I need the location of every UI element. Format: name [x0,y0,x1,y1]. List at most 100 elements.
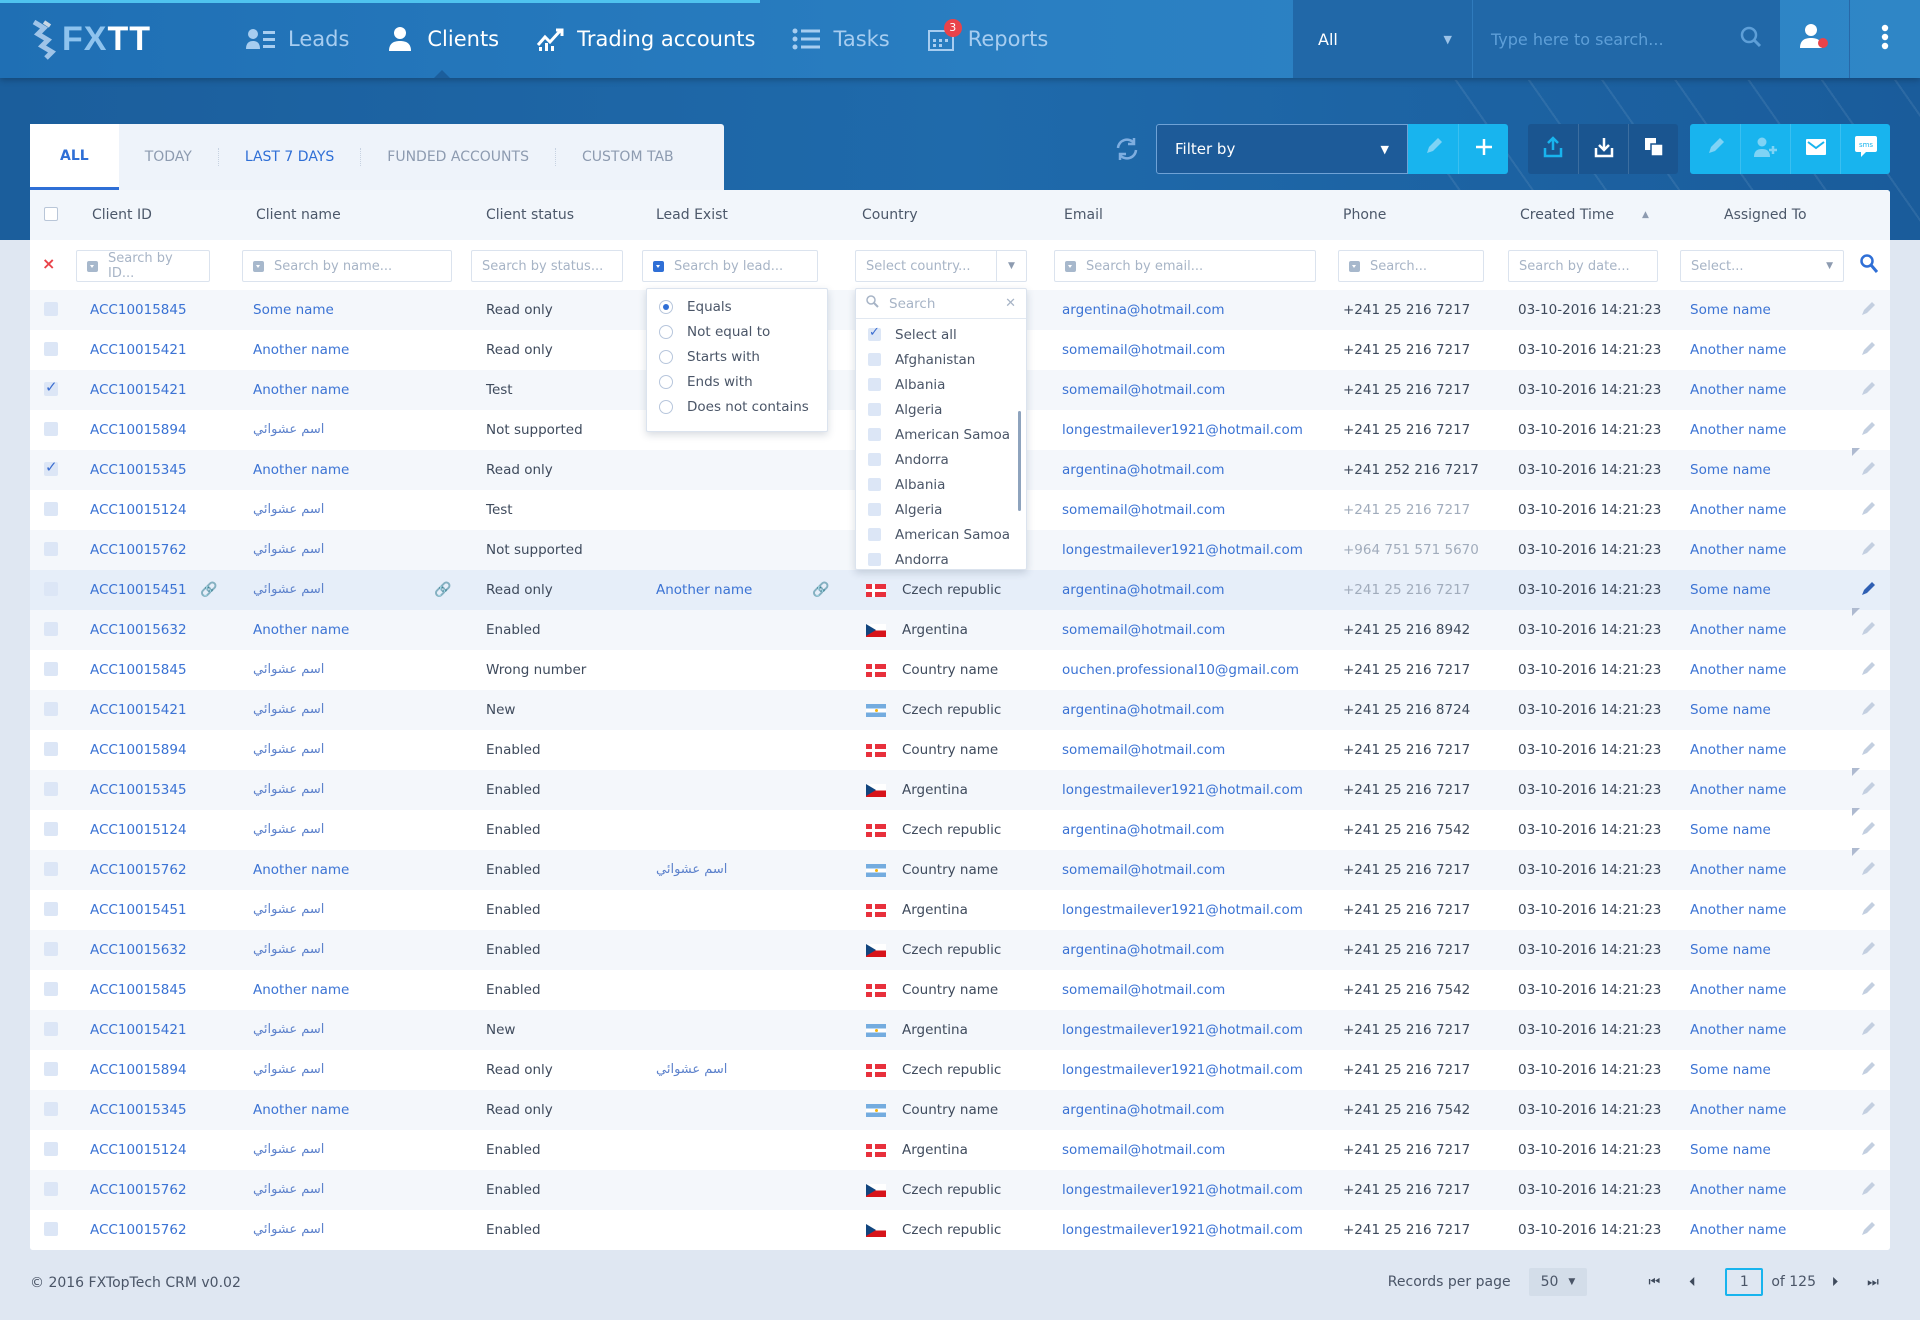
assigned-to-link[interactable]: Some name [1690,1050,1771,1090]
radio-button[interactable] [659,399,673,414]
checkbox[interactable] [868,378,881,391]
client-name-link[interactable]: Another name [253,850,349,890]
radio-button[interactable] [659,349,673,364]
filter-phone-input[interactable]: Search... [1338,250,1484,282]
link-icon[interactable]: 🔗 [434,582,451,598]
client-id-link[interactable]: ACC10015124 [90,1130,187,1170]
filter-mode-icon[interactable] [253,260,264,272]
client-id-link[interactable]: ACC10015421 [90,370,187,410]
edit-client-button[interactable] [1690,124,1740,174]
email-link[interactable]: ouchen.professional10@gmail.com [1062,650,1299,690]
add-filter-button[interactable] [1458,124,1508,174]
next-page-button[interactable]: ⏵ [1824,1272,1846,1292]
edit-row-icon[interactable] [1860,821,1878,839]
country-option[interactable]: Andorra [856,547,1026,572]
assigned-to-link[interactable]: Another name [1690,650,1786,690]
client-name-link[interactable]: اسم عشوائي [253,410,324,450]
edit-row-icon[interactable] [1860,1061,1878,1079]
row-checkbox[interactable] [44,1102,58,1116]
country-option[interactable]: Algeria [856,397,1026,422]
filter-client-status-input[interactable]: Search by status... [471,250,623,282]
client-id-link[interactable]: ACC10015845 [90,970,187,1010]
email-link[interactable]: somemail@hotmail.com [1062,970,1225,1010]
last-page-button[interactable]: ⏭ [1862,1272,1884,1292]
search-icon[interactable] [1740,26,1762,52]
edit-row-icon[interactable] [1860,661,1878,679]
row-checkbox[interactable] [44,742,58,756]
table-row[interactable]: ACC10015421 اسم عشوائي New Argentina longest… [30,1010,1890,1050]
assigned-to-link[interactable]: Some name [1690,570,1771,610]
email-link[interactable]: longestmailever1921@hotmail.com [1062,890,1303,930]
client-id-link[interactable]: ACC10015451 [90,570,187,610]
edit-row-icon[interactable] [1860,741,1878,759]
table-row[interactable]: ACC10015845 اسم عشوائي Wrong number Country… [30,650,1890,690]
row-checkbox[interactable] [44,1062,58,1076]
client-name-link[interactable]: اسم عشوائي [253,1010,324,1050]
client-name-link[interactable]: اسم عشوائي [253,490,324,530]
edit-row-icon[interactable] [1860,861,1878,879]
nav-item-trading-accounts[interactable]: Trading accounts [517,0,773,78]
lead-link[interactable]: اسم عشوائي [656,1050,727,1090]
client-name-link[interactable]: اسم عشوائي [253,730,324,770]
client-name-link[interactable]: Another name [253,970,349,1010]
edit-row-icon[interactable] [1860,461,1878,479]
client-id-link[interactable]: ACC10015762 [90,1170,187,1210]
email-link[interactable]: somemail@hotmail.com [1062,490,1225,530]
client-name-link[interactable]: اسم عشوائي [253,650,324,690]
email-link[interactable]: somemail@hotmail.com [1062,610,1225,650]
filter-lead-exist-input[interactable]: Search by lead... [642,250,818,282]
client-id-link[interactable]: ACC10015845 [90,290,187,330]
email-link[interactable]: somemail@hotmail.com [1062,1130,1225,1170]
client-id-link[interactable]: ACC10015845 [90,650,187,690]
email-link[interactable]: longestmailever1921@hotmail.com [1062,410,1303,450]
assigned-to-link[interactable]: Some name [1690,690,1771,730]
assigned-to-link[interactable]: Some name [1690,290,1771,330]
row-checkbox[interactable] [44,582,58,596]
client-name-link[interactable]: اسم عشوائي [253,1050,324,1090]
nav-item-reports[interactable]: 3 Reports [908,0,1067,78]
email-link[interactable]: argentina@hotmail.com [1062,1090,1225,1130]
client-id-link[interactable]: ACC10015421 [90,1010,187,1050]
select-all-checkbox[interactable] [44,207,58,221]
table-row[interactable]: ACC10015762 اسم عشوائي Enabled Czech republ… [30,1210,1890,1250]
column-header-client-status[interactable]: Client status [486,190,574,240]
edit-row-icon[interactable] [1860,621,1878,639]
email-link[interactable]: longestmailever1921@hotmail.com [1062,770,1303,810]
tab-all[interactable]: ALL [30,124,119,190]
column-header-client-id[interactable]: Client ID [92,190,152,240]
table-row[interactable]: ACC10015345 Another name Read only Country … [30,1090,1890,1130]
column-header-client-name[interactable]: Client name [256,190,341,240]
country-option[interactable]: Algeria [856,497,1026,522]
email-link[interactable]: argentina@hotmail.com [1062,810,1225,850]
table-row[interactable]: ACC10015762 Another name Enabled اسم عشوائي… [30,848,1890,890]
checkbox[interactable] [868,324,881,342]
email-link[interactable]: argentina@hotmail.com [1062,450,1225,490]
client-id-link[interactable]: ACC10015124 [90,810,187,850]
edit-row-icon[interactable] [1860,1141,1878,1159]
column-header-country[interactable]: Country [862,190,918,240]
email-link[interactable]: argentina@hotmail.com [1062,570,1225,610]
row-checkbox[interactable] [44,342,58,356]
send-email-button[interactable] [1790,124,1840,174]
caret-down-icon[interactable]: ▼ [996,251,1026,281]
checkbox[interactable] [868,503,881,516]
table-row[interactable]: ACC10015632 Another name Enabled Argentina s… [30,608,1890,650]
row-checkbox[interactable] [44,862,58,876]
filter-mode-icon[interactable] [653,260,664,272]
checkbox[interactable] [868,403,881,416]
row-checkbox[interactable] [44,1222,58,1236]
client-name-link[interactable]: اسم عشوائي [253,570,324,610]
records-per-page-select[interactable]: 50 ▼ [1528,1268,1588,1296]
filter-mode-option[interactable]: Not equal to [647,319,827,344]
client-id-link[interactable]: ACC10015894 [90,1050,187,1090]
assigned-to-link[interactable]: Another name [1690,890,1786,930]
filter-created-time-input[interactable]: Search by date... [1508,250,1658,282]
table-row[interactable]: ACC10015894 اسم عشوائي Enabled Country name… [30,730,1890,770]
edit-filter-button[interactable] [1408,124,1458,174]
filter-mode-option[interactable]: Equals [647,294,827,319]
email-link[interactable]: somemail@hotmail.com [1062,730,1225,770]
checkbox[interactable] [868,553,881,566]
client-id-link[interactable]: ACC10015345 [90,770,187,810]
assigned-to-link[interactable]: Another name [1690,1090,1786,1130]
filter-client-id-input[interactable]: Search by ID... [76,250,210,282]
